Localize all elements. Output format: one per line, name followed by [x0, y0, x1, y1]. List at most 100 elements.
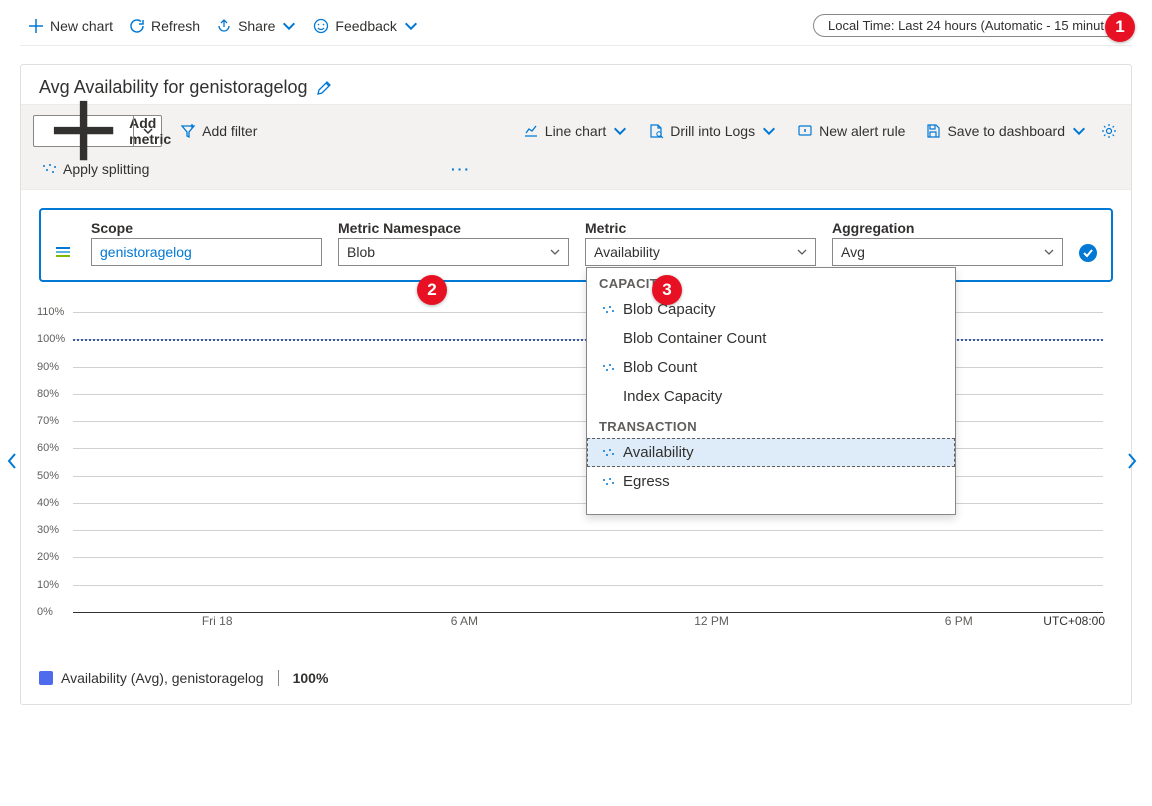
metric-field: Metric Availability CAPACITY Blob Capaci… [585, 220, 816, 266]
chart-timezone: UTC+08:00 [1043, 614, 1105, 628]
add-metric-split[interactable] [133, 116, 161, 146]
gear-icon [1101, 123, 1117, 139]
ytick-label: 10% [37, 579, 59, 591]
refresh-button[interactable]: Refresh [121, 14, 208, 38]
ytick-label: 20% [37, 551, 59, 563]
gridline [73, 530, 1103, 531]
save-dashboard-button[interactable]: Save to dashboard [917, 119, 1095, 143]
gridline [73, 557, 1103, 558]
alert-icon [797, 123, 813, 139]
ytick-label: 40% [37, 497, 59, 509]
dropdown-item-container-count[interactable]: Blob Container Count [587, 324, 955, 353]
new-chart-button[interactable]: New chart [20, 14, 121, 38]
chevron-down-icon [1042, 245, 1056, 259]
gridline [73, 585, 1103, 586]
refresh-label: Refresh [151, 18, 200, 34]
chevron-down-icon [612, 123, 628, 139]
chart-type-button[interactable]: Line chart [515, 119, 636, 143]
splitting-icon [41, 161, 57, 177]
aggregation-input[interactable]: Avg [832, 238, 1063, 266]
ytick-label: 0% [37, 606, 53, 618]
save-icon [925, 123, 941, 139]
smiley-icon [313, 18, 329, 34]
scope-input[interactable]: genistoragelog [91, 238, 322, 266]
share-label: Share [238, 18, 275, 34]
scope-field: Scope genistoragelog [91, 220, 322, 266]
add-filter-label: Add filter [202, 123, 257, 139]
chevron-down-icon [1071, 123, 1087, 139]
edit-icon[interactable] [316, 80, 332, 96]
aggregation-label: Aggregation [832, 220, 1063, 236]
metric-dots-icon [601, 475, 615, 489]
new-alert-button[interactable]: New alert rule [789, 119, 913, 143]
chart-next-button[interactable] [1125, 452, 1139, 470]
apply-splitting-button[interactable]: Apply splitting [33, 157, 157, 181]
scope-label: Scope [91, 220, 322, 236]
share-button[interactable]: Share [208, 14, 305, 38]
dropdown-group-capacity: CAPACITY [587, 268, 955, 295]
filter-icon [180, 123, 196, 139]
dropdown-item-availability[interactable]: Availability [587, 438, 955, 467]
ytick-label: 110% [37, 306, 64, 318]
ytick-label: 70% [37, 415, 59, 427]
time-range-picker[interactable]: Local Time: Last 24 hours (Automatic - 1… [813, 14, 1132, 37]
chart-legend: Availability (Avg), genistoragelog 100% [39, 670, 1113, 686]
add-metric-button[interactable]: Add metric [33, 115, 162, 147]
dropdown-item-blob-capacity[interactable]: Blob Capacity [587, 295, 955, 324]
card-title: Avg Availability for genistoragelog [21, 65, 1131, 104]
dd-label: Blob Container Count [623, 330, 766, 347]
refresh-icon [129, 18, 145, 34]
top-toolbar: New chart Refresh Share Feedback Local T… [20, 10, 1132, 46]
add-filter-button[interactable]: Add filter [172, 119, 265, 143]
confirm-check[interactable] [1079, 244, 1097, 262]
feedback-button[interactable]: Feedback [305, 14, 426, 38]
apply-splitting-label: Apply splitting [63, 161, 149, 177]
dd-label: Index Capacity [623, 388, 722, 405]
settings-button[interactable] [1099, 119, 1119, 143]
chevron-down-icon [142, 125, 154, 137]
check-icon [1082, 247, 1094, 259]
feedback-label: Feedback [335, 18, 396, 34]
chevron-down-icon [403, 18, 419, 34]
metric-value: Availability [594, 244, 660, 260]
dropdown-item-egress[interactable]: Egress [587, 467, 955, 496]
namespace-input[interactable]: Blob [338, 238, 569, 266]
dropdown-group-transaction: TRANSACTION [587, 411, 955, 438]
namespace-label: Metric Namespace [338, 220, 569, 236]
drill-logs-button[interactable]: Drill into Logs [640, 119, 785, 143]
xtick-label: 6 PM [945, 614, 973, 628]
line-chart-icon [523, 123, 539, 139]
callout-1: 1 [1105, 12, 1135, 42]
dropdown-item-blob-count[interactable]: Blob Count [587, 353, 955, 382]
legend-text: Availability (Avg), genistoragelog [61, 670, 264, 686]
chart-prev-button[interactable] [5, 452, 19, 470]
share-icon [216, 18, 232, 34]
metrics-card: Avg Availability for genistoragelog Add … [20, 64, 1132, 705]
metric-input[interactable]: Availability CAPACITY Blob Capacity Blob… [585, 238, 816, 266]
metric-dots-icon [601, 303, 615, 317]
chart-type-label: Line chart [545, 123, 606, 139]
xtick-label: 6 AM [451, 614, 478, 628]
ytick-label: 30% [37, 524, 59, 536]
ytick-label: 60% [37, 442, 59, 454]
ytick-label: 100% [37, 333, 65, 345]
dropdown-item-index-capacity[interactable]: Index Capacity [587, 382, 955, 411]
more-options-button[interactable]: ··· [443, 161, 479, 177]
chart-xaxis: UTC+08:00 Fri 186 AM12 PM6 PM [73, 612, 1103, 630]
dd-label: Blob Count [623, 359, 697, 376]
legend-separator [278, 670, 279, 686]
dropdown-scroll[interactable]: CAPACITY Blob Capacity Blob Container Co… [587, 268, 955, 514]
scope-value: genistoragelog [100, 244, 192, 260]
ytick-label: 90% [37, 361, 59, 373]
save-dashboard-label: Save to dashboard [947, 123, 1065, 139]
dd-label: Egress [623, 473, 670, 490]
callout-2: 2 [417, 275, 447, 305]
metric-selector-panel: Scope genistoragelog Metric Namespace Bl… [39, 208, 1113, 282]
chevron-down-icon [281, 18, 297, 34]
chevron-down-icon [761, 123, 777, 139]
drill-logs-label: Drill into Logs [670, 123, 755, 139]
aggregation-field: Aggregation Avg [832, 220, 1063, 266]
ytick-label: 80% [37, 388, 59, 400]
namespace-value: Blob [347, 244, 375, 260]
legend-value: 100% [293, 670, 329, 686]
